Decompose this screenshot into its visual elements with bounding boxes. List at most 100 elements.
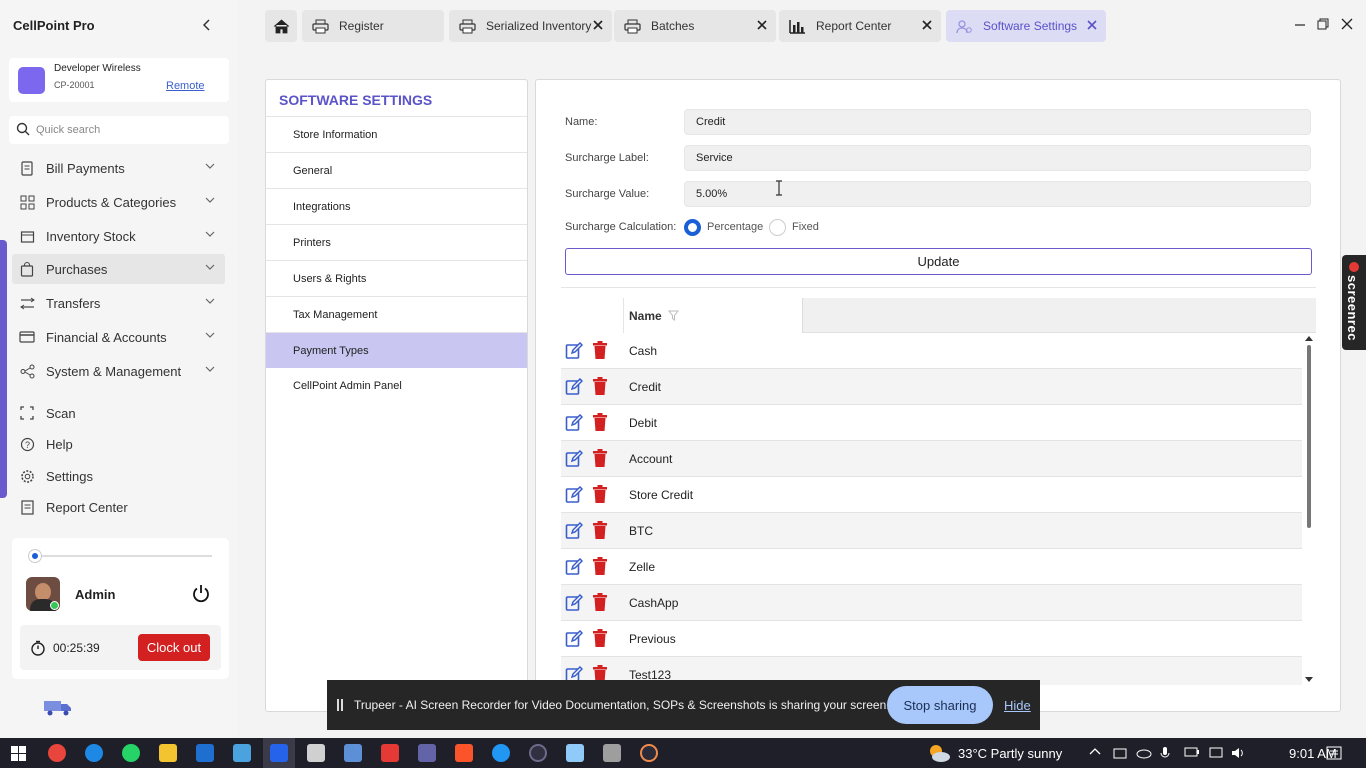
wifi-icon[interactable] <box>1208 746 1224 760</box>
meet-icon[interactable] <box>1113 746 1127 760</box>
edit-icon[interactable] <box>565 558 583 576</box>
home-tab[interactable] <box>265 10 297 42</box>
trash-icon[interactable] <box>593 377 607 395</box>
speaker-icon[interactable] <box>1231 746 1247 760</box>
table-row[interactable]: Credit <box>561 369 1302 405</box>
close-window-icon[interactable] <box>1341 18 1353 30</box>
minimize-icon[interactable] <box>1294 18 1306 30</box>
grid-scrollbar[interactable] <box>1305 335 1313 687</box>
calculator-icon[interactable] <box>603 744 621 762</box>
table-row[interactable]: BTC <box>561 513 1302 549</box>
notifications-icon[interactable] <box>1326 746 1342 760</box>
scroll-down-icon[interactable] <box>1305 677 1313 683</box>
collapse-sidebar-button[interactable] <box>198 16 216 34</box>
surcharge-label-field[interactable]: Service <box>684 145 1311 171</box>
eclipse-icon[interactable] <box>529 744 547 762</box>
trash-icon[interactable] <box>593 629 607 647</box>
teams-icon[interactable] <box>418 744 436 762</box>
nav-financial-accounts[interactable]: Financial & Accounts <box>12 322 225 352</box>
nav-system-management[interactable]: System & Management <box>12 356 225 386</box>
trash-icon[interactable] <box>593 521 607 539</box>
filter-icon[interactable] <box>667 310 679 321</box>
remote-link[interactable]: Remote <box>166 80 205 92</box>
notepad-icon[interactable] <box>566 744 584 762</box>
trash-icon[interactable] <box>593 557 607 575</box>
nav-settings[interactable]: Settings <box>12 461 225 491</box>
whatsapp-icon[interactable] <box>122 744 140 762</box>
tab-batches[interactable]: Batches <box>614 10 776 42</box>
nav-help[interactable]: ? Help <box>12 429 225 459</box>
radio-fixed[interactable] <box>769 219 786 236</box>
table-row[interactable]: Zelle <box>561 549 1302 585</box>
table-row[interactable]: Previous <box>561 621 1302 657</box>
nav-transfers[interactable]: Transfers <box>12 288 225 318</box>
recorder-app-icon[interactable] <box>307 744 325 762</box>
store-app-icon[interactable] <box>196 744 214 762</box>
search-input[interactable] <box>36 120 221 140</box>
hide-link[interactable]: Hide <box>1004 698 1031 713</box>
close-icon[interactable] <box>921 19 933 31</box>
table-row[interactable]: Store Credit <box>561 477 1302 513</box>
cellpoint-app-icon[interactable] <box>270 744 288 762</box>
close-icon[interactable] <box>592 19 604 31</box>
update-button[interactable]: Update <box>565 248 1312 275</box>
notes-app-icon[interactable] <box>233 744 251 762</box>
tab-report-center[interactable]: Report Center <box>779 10 941 42</box>
chrome-icon[interactable] <box>48 744 66 762</box>
screenrec-badge[interactable]: screenrec <box>1342 255 1366 350</box>
nav-inventory-stock[interactable]: Inventory Stock <box>12 221 225 251</box>
edit-icon[interactable] <box>565 342 583 360</box>
microphone-icon[interactable] <box>1160 746 1170 760</box>
tab-register[interactable]: Register <box>302 10 444 42</box>
column-header-name[interactable]: Name <box>623 298 803 333</box>
file-explorer-icon[interactable] <box>159 744 177 762</box>
logout-button[interactable] <box>191 583 211 606</box>
chevron-up-icon[interactable] <box>1089 746 1101 758</box>
menu-cellpoint-admin-panel[interactable]: CellPoint Admin Panel <box>266 368 527 404</box>
edit-icon[interactable] <box>565 414 583 432</box>
stop-sharing-button[interactable]: Stop sharing <box>887 686 993 724</box>
table-row[interactable]: CashApp <box>561 585 1302 621</box>
edit-icon[interactable] <box>565 594 583 612</box>
edit-icon[interactable] <box>565 450 583 468</box>
edit-icon[interactable] <box>565 630 583 648</box>
trash-icon[interactable] <box>593 449 607 467</box>
trash-icon[interactable] <box>593 341 607 359</box>
nav-bill-payments[interactable]: Bill Payments <box>12 153 225 183</box>
close-icon[interactable] <box>1086 19 1098 31</box>
trash-icon[interactable] <box>593 485 607 503</box>
brave-icon[interactable] <box>455 744 473 762</box>
nav-purchases[interactable]: Purchases <box>12 254 225 284</box>
menu-store-information[interactable]: Store Information <box>266 116 527 152</box>
windows-start-icon[interactable] <box>11 746 26 761</box>
clock-out-button[interactable]: Clock out <box>138 634 210 661</box>
nav-scan[interactable]: Scan <box>12 398 225 428</box>
menu-printers[interactable]: Printers <box>266 224 527 260</box>
menu-payment-types[interactable]: Payment Types <box>266 332 527 368</box>
pause-icon[interactable] <box>337 699 343 711</box>
menu-tax-management[interactable]: Tax Management <box>266 296 527 332</box>
tab-software-settings[interactable]: Software Settings <box>946 10 1106 42</box>
edit-icon[interactable] <box>565 378 583 396</box>
table-row[interactable]: Debit <box>561 405 1302 441</box>
close-icon[interactable] <box>756 19 768 31</box>
name-field[interactable]: Credit <box>684 109 1311 135</box>
nav-report-center[interactable]: Report Center <box>12 492 225 522</box>
slider-knob[interactable] <box>28 549 42 563</box>
trash-icon[interactable] <box>593 593 607 611</box>
scroll-up-icon[interactable] <box>1305 335 1313 341</box>
menu-users-rights[interactable]: Users & Rights <box>266 260 527 296</box>
menu-general[interactable]: General <box>266 152 527 188</box>
menu-integrations[interactable]: Integrations <box>266 188 527 224</box>
scroll-thumb[interactable] <box>1307 345 1311 528</box>
trash-icon[interactable] <box>593 413 607 431</box>
table-row[interactable]: Account <box>561 441 1302 477</box>
cloud-icon[interactable] <box>1136 746 1152 760</box>
restore-icon[interactable] <box>1317 18 1329 30</box>
battery-icon[interactable] <box>1184 746 1200 758</box>
anydesk-icon[interactable] <box>381 744 399 762</box>
table-row[interactable]: Cash <box>561 333 1302 369</box>
radio-percentage[interactable] <box>684 219 701 236</box>
delivery-truck-icon[interactable] <box>43 697 73 720</box>
edit-icon[interactable] <box>565 486 583 504</box>
